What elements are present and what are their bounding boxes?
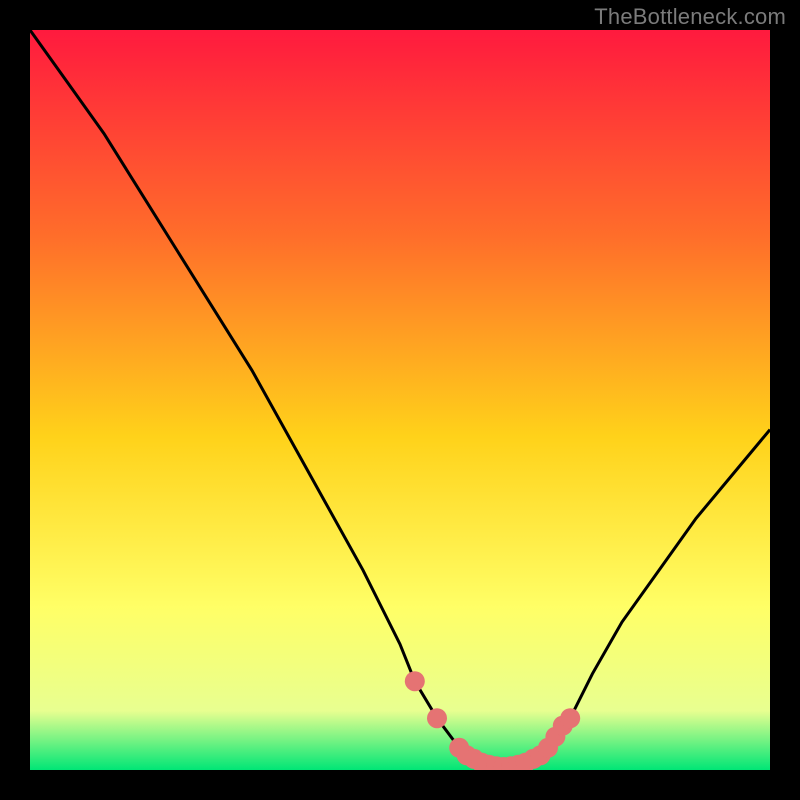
watermark-text: TheBottleneck.com: [594, 4, 786, 30]
marker-dot: [560, 708, 580, 728]
chart-stage: TheBottleneck.com: [0, 0, 800, 800]
bottleneck-chart: [30, 30, 770, 770]
gradient-background: [30, 30, 770, 770]
marker-dot: [405, 671, 425, 691]
marker-dot: [427, 708, 447, 728]
